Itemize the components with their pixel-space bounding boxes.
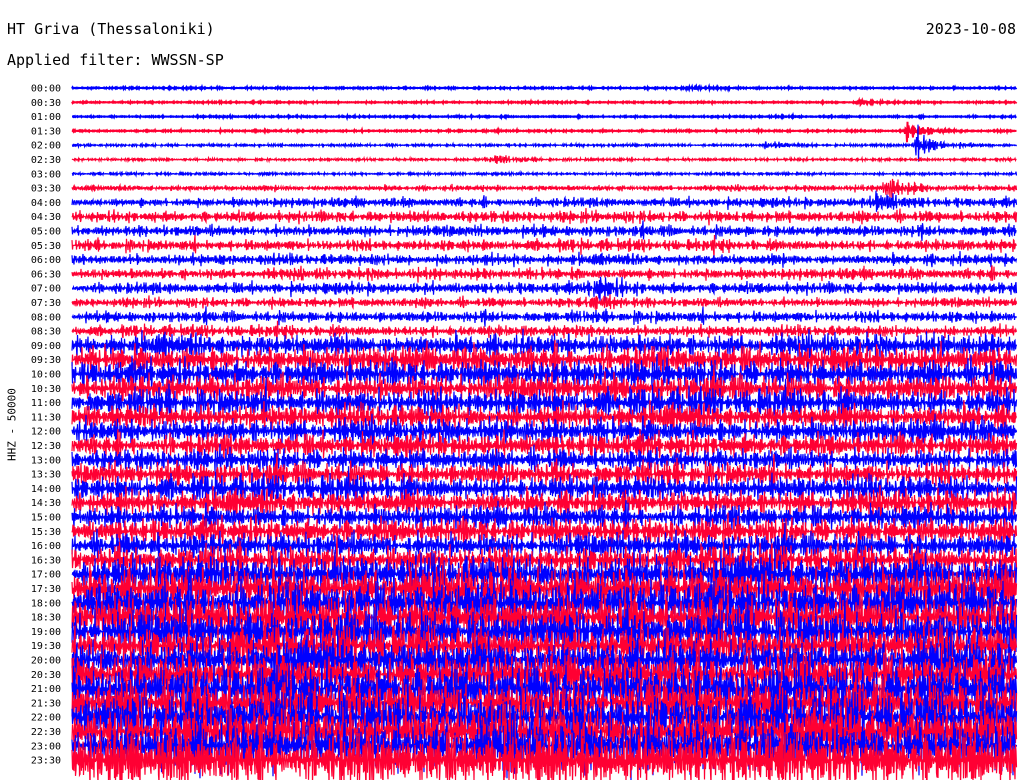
trace-0600 (71, 251, 1018, 268)
time-tick-label: 18:30 (31, 613, 61, 624)
trace-0400 (71, 190, 1018, 212)
trace-0800 (71, 306, 1018, 327)
time-tick-label: 15:00 (31, 513, 61, 524)
time-tick-label: 10:30 (31, 384, 61, 395)
time-tick-label: 04:30 (31, 212, 61, 223)
time-tick-label: 17:30 (31, 584, 61, 595)
time-tick-label: 22:30 (31, 727, 61, 738)
time-tick-label: 21:00 (31, 684, 61, 695)
time-tick-label: 12:00 (31, 427, 61, 438)
trace-0630 (71, 265, 1018, 283)
time-tick-label: 01:30 (31, 126, 61, 137)
trace-0230 (71, 155, 1017, 165)
time-tick-label: 05:30 (31, 241, 61, 252)
time-tick-label: 20:30 (31, 670, 61, 681)
time-tick-label: 09:00 (31, 341, 61, 352)
trace-0130 (71, 121, 1017, 143)
trace-0300 (71, 169, 1018, 178)
time-tick-label: 16:00 (31, 541, 61, 552)
time-tick-label: 14:00 (31, 484, 61, 495)
time-tick-label: 11:00 (31, 398, 61, 409)
time-tick-label: 08:30 (31, 327, 61, 338)
trace-0530 (71, 234, 1017, 259)
time-tick-label: 08:00 (31, 312, 61, 323)
time-tick-label: 14:30 (31, 498, 61, 509)
time-tick-label: 17:00 (31, 570, 61, 581)
time-tick-label: 11:30 (31, 412, 61, 423)
trace-0100 (71, 111, 1017, 122)
time-tick-label: 01:00 (31, 112, 61, 123)
time-tick-label: 00:30 (31, 98, 61, 109)
time-tick-label: 15:30 (31, 527, 61, 538)
time-tick-label: 02:30 (31, 155, 61, 166)
time-tick-label: 20:00 (31, 656, 61, 667)
time-tick-label: 03:30 (31, 184, 61, 195)
time-tick-label: 06:30 (31, 269, 61, 280)
trace-0430 (71, 208, 1018, 226)
time-tick-label: 19:30 (31, 641, 61, 652)
seismogram-plot: 00:00 00:30 01:00 01:30 02:00 02:30 03:00 03:30… (31, 83, 1018, 780)
time-tick-label: 12:30 (31, 441, 61, 452)
trace-0330 (71, 178, 1018, 200)
time-tick-label: 07:30 (31, 298, 61, 309)
trace-0500 (71, 220, 1017, 241)
time-tick-label: 13:30 (31, 470, 61, 481)
time-tick-label: 06:00 (31, 255, 61, 266)
time-tick-label: 02:00 (31, 141, 61, 152)
time-tick-label: 10:00 (31, 370, 61, 381)
time-tick-label: 23:30 (31, 756, 61, 767)
trace-0000 (71, 83, 1018, 93)
time-tick-label: 18:00 (31, 598, 61, 609)
time-tick-label: 23:00 (31, 741, 61, 752)
time-tick-label: 03:00 (31, 169, 61, 180)
trace-0030 (71, 96, 1018, 108)
time-tick-label: 16:30 (31, 555, 61, 566)
time-tick-label: 13:00 (31, 455, 61, 466)
time-tick-label: 04:00 (31, 198, 61, 209)
time-tick-label: 05:00 (31, 227, 61, 238)
time-tick-label: 09:30 (31, 355, 61, 366)
time-tick-label: 07:00 (31, 284, 61, 295)
time-tick-label: 00:00 (31, 84, 61, 95)
time-tick-label: 22:00 (31, 713, 61, 724)
trace-0730 (71, 294, 1018, 311)
time-tick-label: 21:30 (31, 698, 61, 709)
time-tick-label: 19:00 (31, 627, 61, 638)
